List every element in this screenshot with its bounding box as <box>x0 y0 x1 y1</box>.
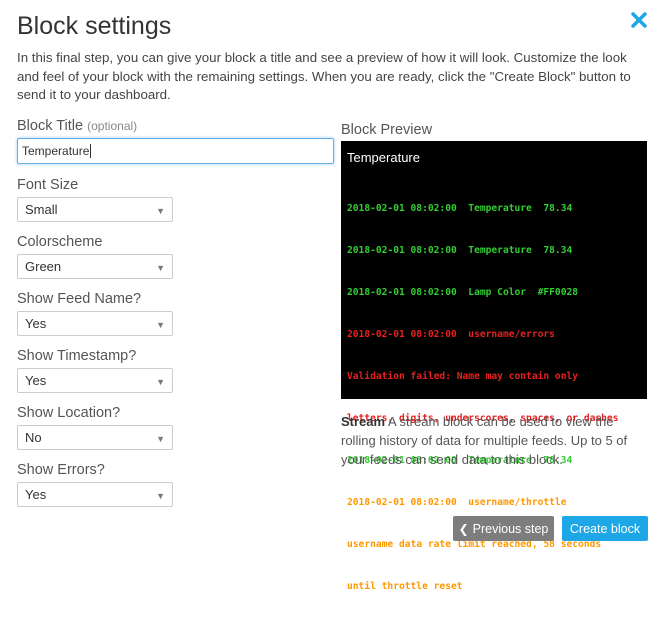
optional-hint: (optional) <box>87 119 138 133</box>
create-block-label: Create block <box>569 521 641 536</box>
colorscheme-value: Green <box>25 259 62 274</box>
previous-step-button[interactable]: ❮ Previous step <box>453 516 554 541</box>
block-preview: Temperature 2018-02-01 08:02:00 Temperat… <box>341 141 647 592</box>
show-timestamp-label: Show Timestamp? <box>17 348 137 364</box>
block-title-value: Temperature <box>22 144 90 158</box>
block-title-label-text: Block Title <box>17 118 84 134</box>
show-location-group: Show Location? No ▼ <box>17 405 337 450</box>
colorscheme-label: Colorscheme <box>17 234 103 250</box>
show-feed-name-select[interactable]: Yes ▼ <box>17 311 173 336</box>
text-cursor <box>90 144 92 158</box>
show-errors-label: Show Errors? <box>17 462 105 478</box>
show-location-select[interactable]: No ▼ <box>17 425 173 450</box>
chevron-down-icon: ▼ <box>156 206 165 216</box>
show-feed-name-group: Show Feed Name? Yes ▼ <box>17 291 337 336</box>
block-title-group: Block Title (optional) Temperature <box>17 118 337 164</box>
show-errors-value: Yes <box>25 487 47 502</box>
show-timestamp-select[interactable]: Yes ▼ <box>17 368 173 393</box>
colorscheme-group: Colorscheme Green ▼ <box>17 234 337 279</box>
block-title-input[interactable]: Temperature <box>17 138 334 164</box>
show-errors-group: Show Errors? Yes ▼ <box>17 462 337 507</box>
chevron-down-icon: ▼ <box>156 320 165 330</box>
show-location-value: No <box>25 430 42 445</box>
close-icon[interactable] <box>629 10 649 30</box>
preview-title: Temperature <box>347 150 420 165</box>
log-line: 2018-02-01 08:02:00 username/throttle <box>347 497 567 508</box>
dialog-title: Block settings <box>17 12 172 40</box>
create-block-button[interactable]: Create block <box>562 516 648 541</box>
log-line: 2018-02-01 08:02:00 Temperature 78.34 <box>347 245 573 256</box>
block-title-label: Block Title (optional) <box>17 118 337 134</box>
chevron-down-icon: ▼ <box>156 491 165 501</box>
show-timestamp-value: Yes <box>25 373 47 388</box>
colorscheme-select[interactable]: Green ▼ <box>17 254 173 279</box>
font-size-value: Small <box>25 202 58 217</box>
previous-step-label: Previous step <box>472 521 549 536</box>
chevron-left-icon: ❮ <box>458 521 469 536</box>
show-feed-name-label: Show Feed Name? <box>17 291 142 307</box>
font-size-label: Font Size <box>17 177 79 193</box>
show-timestamp-group: Show Timestamp? Yes ▼ <box>17 348 337 393</box>
log-line: 2018-02-01 08:02:00 Lamp Color #FF0028 <box>347 287 579 298</box>
block-preview-label: Block Preview <box>341 122 433 138</box>
intro-text: In this final step, you can give your bl… <box>17 50 631 102</box>
font-size-select[interactable]: Small ▼ <box>17 197 173 222</box>
log-line: until throttle reset <box>347 581 463 592</box>
show-errors-select[interactable]: Yes ▼ <box>17 482 173 507</box>
show-location-label: Show Location? <box>17 405 121 421</box>
chevron-down-icon: ▼ <box>156 263 165 273</box>
stream-description: Stream A stream block can be used to vie… <box>341 412 651 469</box>
chevron-down-icon: ▼ <box>156 377 165 387</box>
log-line: 2018-02-01 08:02:00 Temperature 78.34 <box>347 203 573 214</box>
font-size-group: Font Size Small ▼ <box>17 177 337 222</box>
log-line: Validation failed: Name may contain only <box>347 371 579 382</box>
log-line: 2018-02-01 08:02:00 username/errors <box>347 329 555 340</box>
settings-form: Block Title (optional) Temperature Font … <box>17 118 337 519</box>
stream-name: Stream <box>341 414 386 429</box>
chevron-down-icon: ▼ <box>156 434 165 444</box>
show-feed-name-value: Yes <box>25 316 47 331</box>
